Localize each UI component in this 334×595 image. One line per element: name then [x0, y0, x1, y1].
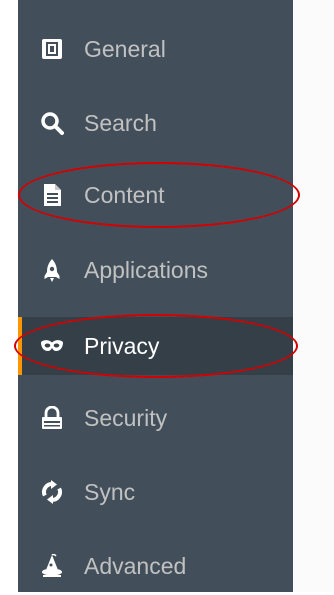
rocket-icon [40, 258, 64, 282]
sidebar-item-label: Security [84, 404, 168, 431]
sidebar-item-label: Privacy [84, 332, 160, 359]
sidebar-item-label: Content [84, 181, 165, 208]
sidebar-item-general[interactable]: General [18, 20, 293, 78]
sidebar-item-security[interactable]: Security [18, 389, 293, 447]
search-icon [40, 111, 64, 135]
preferences-sidebar: General Search Content Applications Priv… [18, 0, 293, 592]
mask-icon [40, 334, 64, 358]
sidebar-item-applications[interactable]: Applications [18, 241, 293, 299]
sidebar-item-label: General [84, 35, 166, 62]
sync-icon [40, 480, 64, 504]
sidebar-item-advanced[interactable]: Advanced [18, 537, 293, 595]
sidebar-item-content[interactable]: Content [18, 166, 293, 224]
wizard-hat-icon [40, 554, 64, 578]
sidebar-item-label: Sync [84, 478, 136, 505]
sidebar-item-label: Search [84, 109, 157, 136]
lock-icon [40, 406, 64, 430]
sidebar-item-search[interactable]: Search [18, 94, 293, 152]
sidebar-item-label: Advanced [84, 552, 187, 579]
sidebar-item-privacy[interactable]: Privacy [18, 317, 293, 375]
sidebar-item-label: Applications [84, 256, 209, 283]
general-icon [40, 37, 64, 61]
sidebar-item-sync[interactable]: Sync [18, 463, 293, 521]
document-icon [40, 183, 64, 207]
preferences-content-area [293, 0, 334, 592]
